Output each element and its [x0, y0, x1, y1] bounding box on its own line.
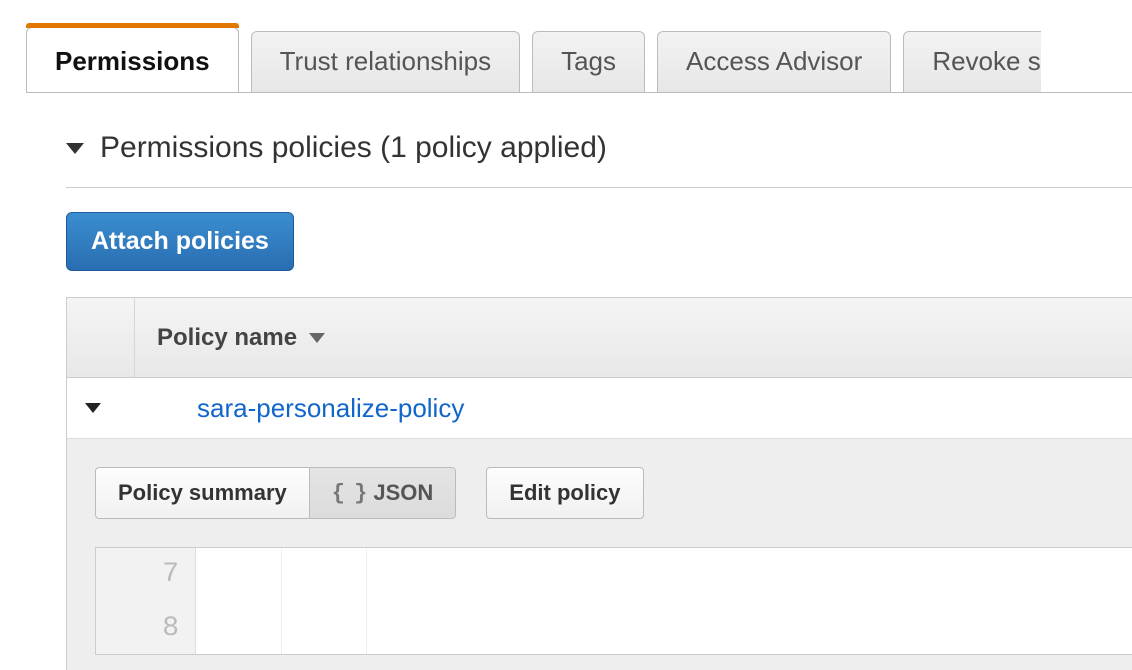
edit-policy-button[interactable]: Edit policy — [486, 467, 643, 519]
policy-name-link[interactable]: sara-personalize-policy — [197, 393, 464, 424]
gutter-line-number: 7 — [96, 548, 179, 602]
policy-detail-panel: Policy summary { } JSON Edit policy 7 8 … — [67, 438, 1132, 670]
tabs-strip: Permissions Trust relationships Tags Acc… — [0, 0, 1132, 92]
json-button-label: JSON — [373, 480, 433, 506]
policy-summary-button[interactable]: Policy summary — [95, 467, 309, 519]
tab-access-advisor[interactable]: Access Advisor — [657, 31, 891, 92]
policy-detail-buttons: Policy summary { } JSON Edit policy — [95, 467, 1132, 519]
tab-tags[interactable]: Tags — [532, 31, 645, 92]
tab-permissions[interactable]: Permissions — [26, 27, 239, 92]
indent-guide — [281, 548, 282, 654]
code-area[interactable]: "Resource": "arn:aws:logs:us-west-2: }, — [196, 548, 1132, 654]
policies-table-header: Policy name — [67, 298, 1132, 378]
caret-down-icon[interactable] — [66, 143, 84, 154]
attach-policies-button[interactable]: Attach policies — [66, 212, 294, 271]
code-gutter: 7 8 — [96, 548, 196, 654]
policies-table: Policy name sara-personalize-policy Poli… — [66, 297, 1132, 670]
permissions-policies-header: Permissions policies (1 policy applied) — [66, 117, 1132, 188]
column-policy-name-label: Policy name — [157, 324, 297, 352]
indent-guide — [366, 548, 367, 654]
tab-revoke-sessions[interactable]: Revoke s — [903, 31, 1040, 92]
column-expander — [67, 298, 135, 377]
view-toggle-group: Policy summary { } JSON — [95, 467, 456, 519]
tab-trust-relationships[interactable]: Trust relationships — [251, 31, 520, 92]
column-policy-name[interactable]: Policy name — [135, 324, 325, 352]
json-button[interactable]: { } JSON — [309, 467, 457, 519]
sort-caret-icon — [309, 333, 325, 343]
permissions-panel: Permissions policies (1 policy applied) … — [0, 93, 1132, 670]
policy-json-viewer: 7 8 "Resource": "arn:aws:logs:us-west-2:… — [95, 547, 1132, 655]
policy-row: sara-personalize-policy — [67, 378, 1132, 438]
gutter-line-number: 8 — [96, 602, 179, 655]
permissions-policies-title: Permissions policies (1 policy applied) — [100, 131, 607, 165]
braces-icon: { } — [332, 481, 366, 506]
row-expand-caret-icon[interactable] — [85, 403, 101, 413]
